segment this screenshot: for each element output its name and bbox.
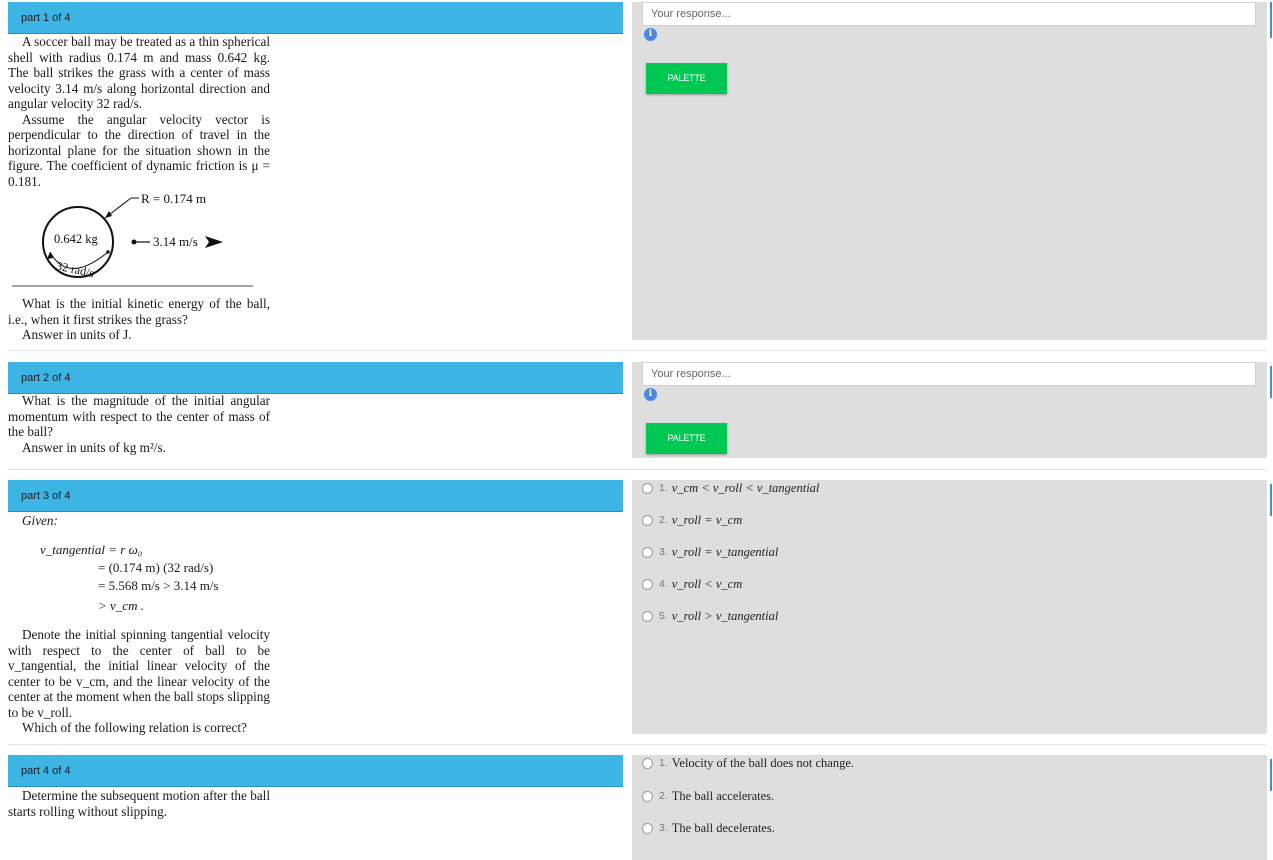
radio-button[interactable] [642,757,653,769]
divider [8,744,1266,745]
part-3-header: part 3 of 4 [8,480,623,512]
ball-figure: R = 0.174 m 0.642 kg 32 rad/s 3.14 m/s [12,191,253,287]
radio-button[interactable] [642,610,653,622]
part-3-header-label: part 3 of 4 [21,490,71,502]
part-2-section: part 2 of 4 What is the magnitude of the… [0,360,1273,470]
equation-line-2: = (0.174 m) (32 rad/s) [98,560,214,575]
part-1-header-label: part 1 of 4 [21,12,71,24]
part-1-answer-panel: Your response... i PALETTE [632,2,1267,340]
part-3-given: Given: [8,513,270,529]
option-3[interactable]: 3. The ball decelerates. [642,820,775,836]
part-1-paragraph-2: Assume the angular velocity vector is pe… [8,111,270,189]
part-3-paragraph: Denote the initial spinning tangential v… [8,627,270,720]
mass-label: 0.642 kg [54,232,99,246]
option-number: 3. [659,546,668,558]
equation-line-3: = 5.568 m/s > 3.14 m/s [98,578,219,593]
option-4[interactable]: 4. v_roll < v_cm [642,576,742,592]
part-4-header-label: part 4 of 4 [21,765,71,777]
option-label: v_roll > v_tangential [671,608,779,623]
part-3-question: Which of the following relation is corre… [22,720,247,735]
equation-line-4: > v_cm . [98,598,144,613]
part-1-section: part 1 of 4 A soccer ball may be treated… [0,0,1273,350]
option-label: The ball accelerates. [671,788,775,803]
part-2-question: What is the magnitude of the initial ang… [8,393,270,439]
option-number: 1. [659,757,668,769]
option-label: v_cm < v_roll < v_tangential [671,480,820,495]
part-2-units: Answer in units of kg m²/s. [22,439,166,455]
part-2-header: part 2 of 4 [8,362,623,394]
radio-button[interactable] [642,482,653,494]
divider [8,469,1266,470]
radius-label: R = 0.174 m [141,191,206,206]
info-icon[interactable]: i [644,388,657,401]
velocity-label: 3.14 m/s [153,234,198,249]
option-label: v_roll = v_cm [671,512,743,527]
part-4-text: Determine the subsequent motion after th… [8,788,270,819]
part-4-question: Determine the subsequent motion after th… [8,788,270,819]
given-label: Given: [22,513,58,528]
option-number: 1. [659,482,668,494]
palette-button[interactable]: PALETTE [646,423,727,454]
equation-line-1: v_tangential = r ω₀ [40,542,143,557]
part-3-answer-panel: 1. v_cm < v_roll < v_tangential 2. v_rol… [632,480,1267,734]
part-1-response-input[interactable]: Your response... [642,2,1256,26]
part-1-header: part 1 of 4 [8,2,623,34]
scroll-indicator [1270,366,1272,398]
option-number: 3. [659,822,668,834]
velocity-arrowhead [205,236,223,248]
part-1-question-block: What is the initial kinetic energy of th… [8,296,270,343]
part-2-question-block: What is the magnitude of the initial ang… [8,393,270,455]
radio-button[interactable] [642,514,653,526]
option-2[interactable]: 2. v_roll = v_cm [642,512,742,528]
part-4-answer-panel: 1. Velocity of the ball does not change.… [632,755,1267,860]
option-label: Velocity of the ball does not change. [671,755,855,770]
radio-button[interactable] [642,790,653,802]
part-1-question: What is the initial kinetic energy of th… [8,296,270,327]
option-number: 5. [659,610,668,622]
option-number: 4. [659,578,668,590]
radio-button[interactable] [642,822,653,834]
scroll-indicator [1270,2,1272,38]
divider [8,350,1266,351]
part-2-response-input[interactable]: Your response... [642,362,1256,386]
option-number: 2. [659,790,668,802]
part-4-header: part 4 of 4 [8,755,623,787]
part-1-units: Answer in units of J. [22,327,132,342]
part-4-section: part 4 of 4 Determine the subsequent mot… [0,755,1273,860]
radio-button[interactable] [642,578,653,590]
option-1[interactable]: 1. Velocity of the ball does not change. [642,755,854,771]
palette-button[interactable]: PALETTE [646,63,727,94]
option-label: v_roll = v_tangential [671,544,779,559]
part-2-answer-panel: Your response... i PALETTE [632,362,1267,458]
option-5[interactable]: 5. v_roll > v_tangential [642,608,778,624]
option-label: The ball decelerates. [671,820,775,835]
part-3-text: Denote the initial spinning tangential v… [8,627,270,736]
info-icon[interactable]: i [644,28,657,41]
part-1-paragraph-1: A soccer ball may be treated as a thin s… [8,34,270,111]
option-2[interactable]: 2. The ball accelerates. [642,788,774,804]
option-1[interactable]: 1. v_cm < v_roll < v_tangential [642,480,819,496]
part-3-section: part 3 of 4 Given: v_tangential = r ω₀ =… [0,480,1273,745]
scroll-indicator [1270,484,1272,516]
option-3[interactable]: 3. v_roll = v_tangential [642,544,778,560]
radio-button[interactable] [642,546,653,558]
option-number: 2. [659,514,668,526]
option-label: v_roll < v_cm [671,576,743,591]
scroll-indicator [1270,759,1272,791]
part-1-text: A soccer ball may be treated as a thin s… [8,34,270,189]
part-2-header-label: part 2 of 4 [21,372,71,384]
